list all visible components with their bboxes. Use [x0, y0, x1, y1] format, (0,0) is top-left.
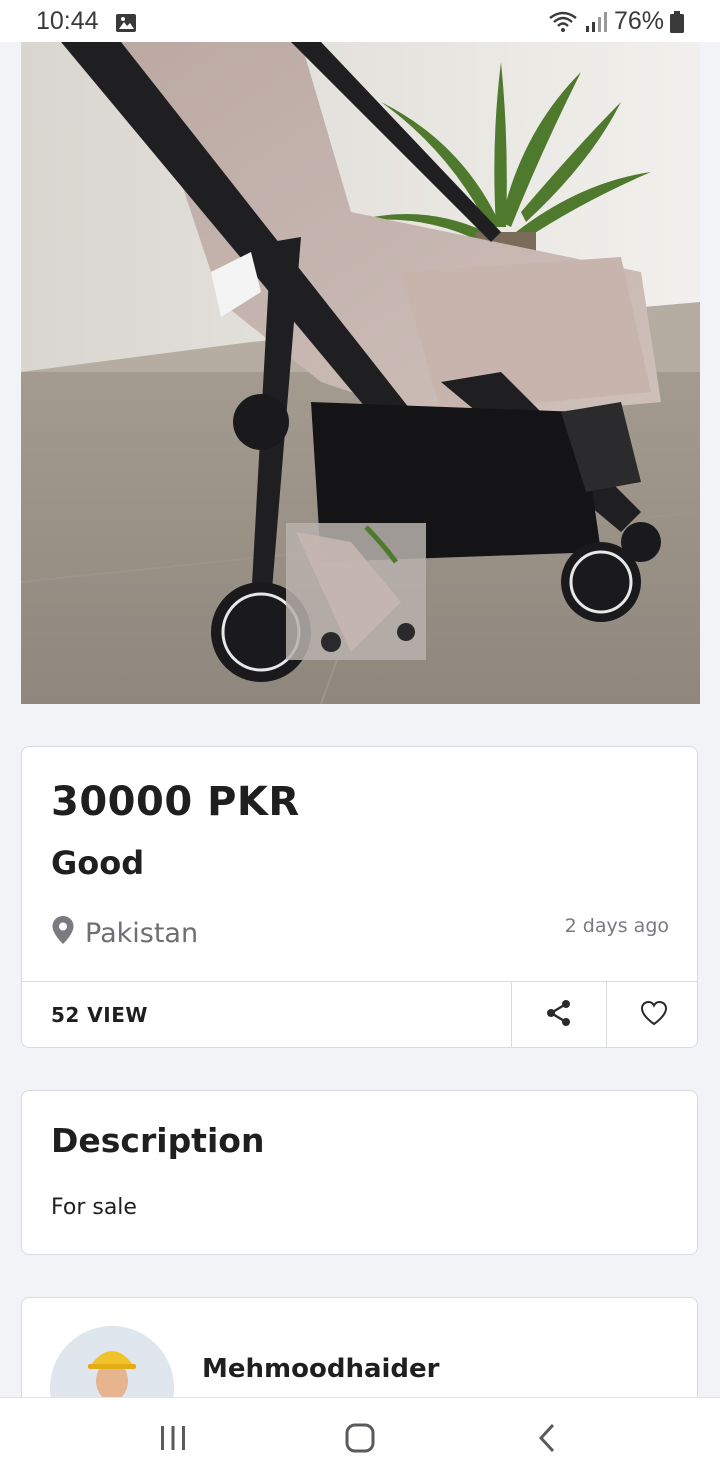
seller-name[interactable]: Mehmoodhaider: [202, 1354, 439, 1384]
description-text: For sale: [51, 1195, 137, 1220]
description-title: Description: [51, 1121, 265, 1160]
location-text: Pakistan: [85, 918, 199, 949]
recent-apps-button[interactable]: [143, 1420, 203, 1460]
favorite-button[interactable]: [606, 982, 701, 1048]
listing-info-card: 30000 PKR Good Pakistan 2 days ago 52 VI…: [21, 746, 698, 1048]
signal-icon: [584, 11, 608, 33]
back-icon: [536, 1422, 558, 1458]
home-icon: [344, 1422, 376, 1458]
listing-condition: Good: [51, 844, 145, 882]
posted-time: 2 days ago: [564, 915, 669, 937]
share-button[interactable]: [511, 982, 606, 1048]
status-indicators: 76%: [548, 7, 684, 36]
description-card: Description For sale: [21, 1090, 698, 1255]
view-count: 52 VIEW: [51, 1003, 148, 1027]
battery-level: 76%: [613, 7, 664, 35]
home-button[interactable]: [330, 1420, 390, 1460]
status-bar: 10:44 76%: [0, 0, 720, 42]
listing-price: 30000 PKR: [51, 779, 300, 825]
back-button[interactable]: [517, 1420, 577, 1460]
system-navigation-bar: [0, 1397, 720, 1481]
location-pin-icon: [51, 915, 75, 952]
recent-apps-icon: [158, 1424, 188, 1456]
wifi-icon: [548, 10, 578, 34]
listing-location: Pakistan: [51, 915, 198, 952]
heart-icon: [640, 1000, 668, 1030]
battery-icon: [670, 10, 684, 33]
gallery-notification-icon: [115, 11, 137, 32]
status-time: 10:44: [36, 7, 99, 35]
share-icon: [545, 999, 573, 1031]
product-image[interactable]: [21, 42, 700, 704]
